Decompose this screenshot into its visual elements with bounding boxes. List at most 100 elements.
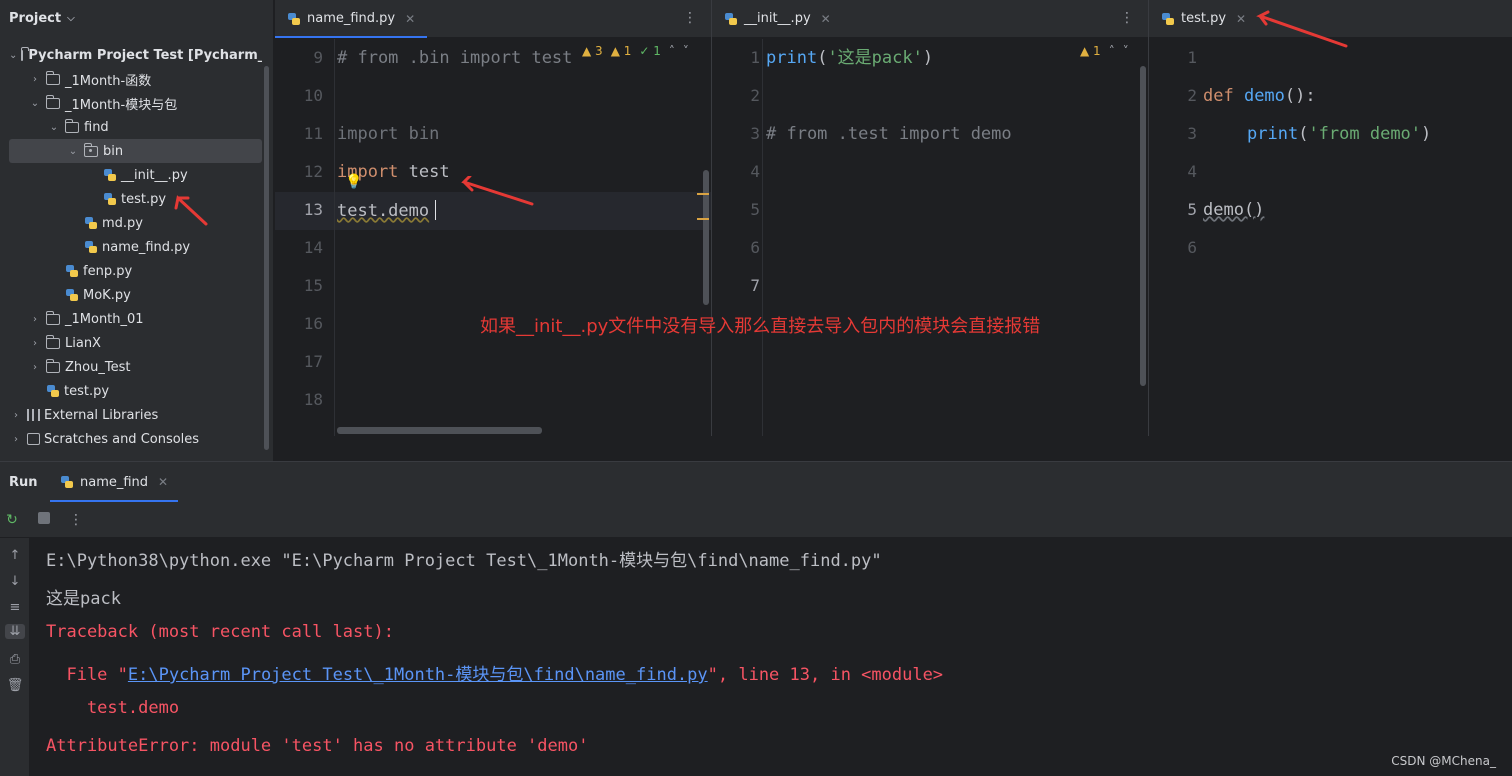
- text-caret: [435, 200, 436, 220]
- tab-label: test.py: [1181, 11, 1227, 26]
- chevron-down-icon[interactable]: ⌄: [47, 122, 61, 133]
- tree-item-label: LianX: [65, 335, 101, 351]
- more-options-icon[interactable]: ⋮: [683, 10, 697, 26]
- chevron-up-icon[interactable]: ˄: [669, 44, 675, 58]
- code-line-3[interactable]: # from .test import demo: [766, 115, 1012, 153]
- editor-name-find[interactable]: name_find.py ✕ ⋮ ▲ 3 ▲ 1 ✓ 1 ˄ ˅ 9 10 11 12…: [275, 0, 711, 436]
- code-line-9[interactable]: # from .bin import test: [337, 39, 572, 77]
- folder-icon: [46, 94, 60, 109]
- line-number: 1: [1187, 48, 1197, 67]
- chevron-down-icon[interactable]: ⌵: [67, 13, 75, 24]
- close-icon[interactable]: ✕: [1236, 12, 1246, 26]
- line-number: 11: [303, 124, 323, 143]
- vertical-scrollbar[interactable]: [1140, 66, 1146, 386]
- inspection-widget[interactable]: ▲ 1 ˄ ˅: [1080, 44, 1129, 58]
- project-scrollbar[interactable]: [264, 66, 269, 450]
- close-icon[interactable]: ✕: [821, 12, 831, 26]
- chevron-down-icon[interactable]: ⌄: [66, 146, 80, 157]
- tree-item-label: Zhou_Test: [65, 359, 131, 375]
- tree-item[interactable]: ⌄ Pycharm Project Test [Pycharm_Proj: [0, 43, 262, 67]
- vertical-scrollbar[interactable]: [703, 170, 709, 305]
- tab-name-find[interactable]: name_find.py ✕: [275, 0, 428, 38]
- chevron-up-icon[interactable]: ˄: [1109, 44, 1115, 58]
- gutter-separator: [334, 39, 335, 436]
- editor-test[interactable]: test.py ✕ 1 2 3 4 5 6 def demo(): print('from…: [1149, 0, 1512, 436]
- tree-item[interactable]: test.py: [0, 379, 262, 403]
- code-line-2[interactable]: def demo():: [1203, 77, 1316, 115]
- more-options-icon[interactable]: ⋮: [1120, 10, 1134, 26]
- tree-item[interactable]: › External Libraries: [0, 403, 262, 427]
- tree-item-label: test.py: [121, 191, 167, 207]
- arrow-up-icon[interactable]: ↑: [5, 548, 25, 563]
- tree-item[interactable]: ⌄ find: [0, 115, 262, 139]
- tree-item[interactable]: › _1Month-函数: [0, 67, 262, 91]
- tree-item[interactable]: ⌄ bin: [9, 139, 262, 163]
- lightbulb-icon[interactable]: 💡: [345, 174, 362, 190]
- code-line-5[interactable]: demo(): [1203, 191, 1264, 229]
- tab-init[interactable]: __init__.py ✕: [712, 0, 843, 38]
- trash-icon[interactable]: 🗑: [5, 678, 25, 693]
- tree-item[interactable]: ⌄ _1Month-模块与包: [0, 91, 262, 115]
- tab-test[interactable]: test.py ✕: [1149, 0, 1258, 38]
- horizontal-scrollbar[interactable]: [337, 427, 542, 434]
- warning-marker[interactable]: [697, 193, 709, 195]
- close-icon[interactable]: ✕: [405, 12, 415, 26]
- editor-init[interactable]: __init__.py ✕ ⋮ ▲ 1 ˄ ˅ 1 2 3 4 5 6 7 print('这…: [712, 0, 1148, 436]
- print-icon[interactable]: ⎙: [5, 652, 25, 667]
- tree-item[interactable]: test.py: [0, 187, 262, 211]
- red-arrow-annotation: [461, 176, 534, 206]
- python-file-icon: [85, 217, 97, 229]
- tree-item-label: __init__.py: [121, 167, 188, 183]
- chevron-down-icon[interactable]: ˅: [1123, 44, 1129, 58]
- chevron-down-icon[interactable]: ˅: [683, 44, 689, 58]
- warning-marker[interactable]: [697, 218, 709, 220]
- function-name: print: [1247, 124, 1299, 144]
- line-number: 3: [1187, 124, 1197, 143]
- chevron-right-icon[interactable]: ›: [28, 362, 42, 373]
- console-error-line: AttributeError: module 'test' has no att…: [46, 736, 589, 756]
- tree-item[interactable]: fenp.py: [0, 259, 262, 283]
- project-panel: Project ⌵ ⌄ Pycharm Project Test [Pycharm…: [0, 0, 274, 461]
- chevron-right-icon[interactable]: ›: [9, 434, 23, 445]
- code-line-13[interactable]: test.demo: [337, 192, 429, 230]
- chevron-right-icon[interactable]: ›: [28, 314, 42, 325]
- keyword-import: import: [337, 124, 399, 144]
- console-file-line: File "E:\Pycharm Project Test\_1Month-模块…: [46, 660, 943, 685]
- tree-item[interactable]: › Zhou_Test: [0, 355, 262, 379]
- chevron-down-icon[interactable]: ⌄: [28, 98, 42, 109]
- stop-icon[interactable]: [35, 511, 53, 528]
- watermark: CSDN @MChena_: [1391, 754, 1496, 768]
- code-line-1[interactable]: print('这是pack'): [766, 39, 933, 77]
- close-icon[interactable]: ✕: [158, 475, 168, 489]
- chevron-right-icon[interactable]: ›: [9, 410, 23, 421]
- tree-item[interactable]: __init__.py: [0, 163, 262, 187]
- tree-item[interactable]: MoK.py: [0, 283, 262, 307]
- gutter-separator: [762, 39, 763, 436]
- file-link[interactable]: E:\Pycharm Project Test\_1Month-模块与包\fin…: [128, 665, 708, 685]
- tree-item[interactable]: › _1Month_01: [0, 307, 262, 331]
- tree-item[interactable]: md.py: [0, 211, 262, 235]
- chevron-right-icon[interactable]: ›: [28, 74, 42, 85]
- tree-item-label: MoK.py: [83, 287, 131, 303]
- chevron-right-icon[interactable]: ›: [28, 338, 42, 349]
- tree-item[interactable]: › LianX: [0, 331, 262, 355]
- chevron-down-icon[interactable]: ⌄: [9, 50, 17, 61]
- scroll-to-end-icon[interactable]: ⇊: [5, 624, 25, 639]
- run-panel: Run name_find ✕ ↻ ⋮ ↑ ↓ ≡ ⇊ ⎙ 🗑 E:\Pytho…: [0, 461, 1512, 776]
- soft-wrap-icon[interactable]: ≡: [5, 600, 25, 615]
- code-line-11[interactable]: import bin: [337, 115, 439, 153]
- line-number: 5: [1187, 200, 1197, 219]
- code-line-3[interactable]: print('from demo'): [1247, 115, 1431, 153]
- python-file-icon: [104, 169, 116, 181]
- inspection-widget[interactable]: ▲ 3 ▲ 1 ✓ 1 ˄ ˅: [582, 44, 689, 58]
- folder-icon: [46, 310, 60, 325]
- project-panel-header[interactable]: Project ⌵: [0, 0, 273, 37]
- more-options-icon[interactable]: ⋮: [67, 512, 85, 528]
- arrow-down-icon[interactable]: ↓: [5, 574, 25, 589]
- tab-run-name-find[interactable]: name_find ✕: [50, 462, 179, 502]
- rerun-icon[interactable]: ↻: [3, 512, 21, 528]
- library-icon: [27, 409, 40, 421]
- tree-item[interactable]: › Scratches and Consoles: [0, 427, 262, 451]
- tree-item[interactable]: name_find.py: [0, 235, 262, 259]
- folder-icon: [46, 358, 60, 373]
